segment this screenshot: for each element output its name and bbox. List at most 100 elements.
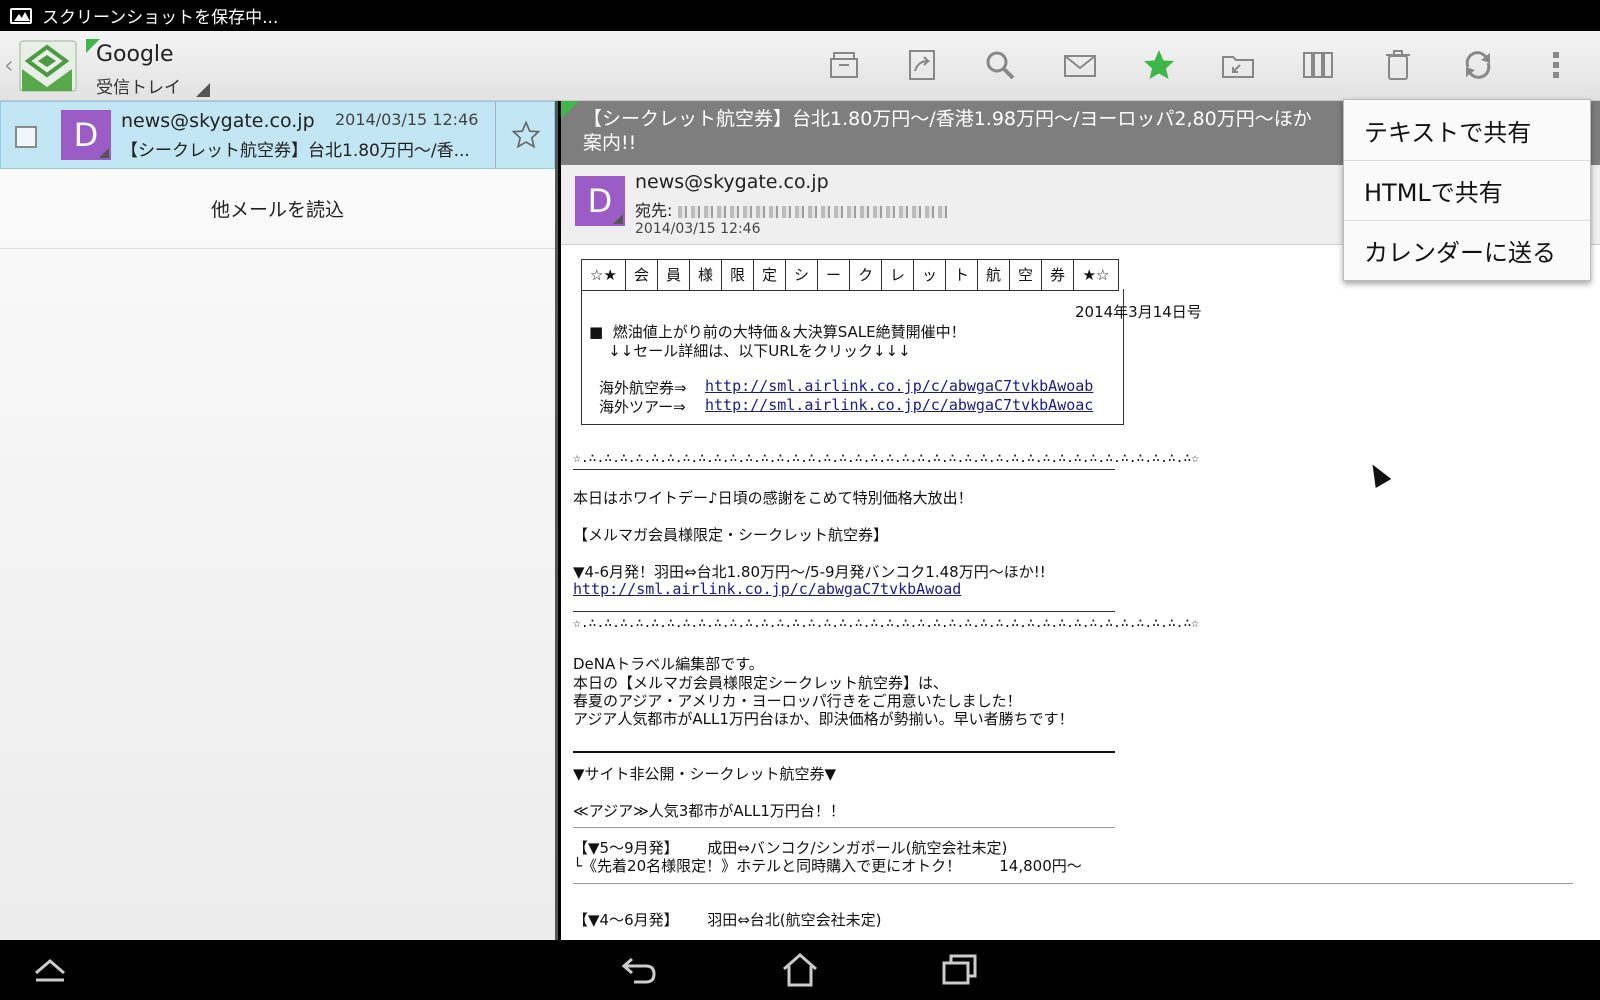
editor-line-4: アジア人気都市がALL1万円台ほか、即決価格が勢揃い。早い者勝ちです！ — [573, 710, 1074, 728]
trash-icon — [1386, 50, 1410, 80]
title-box-cell: 空 — [1010, 260, 1042, 290]
sender-avatar[interactable]: D — [61, 110, 111, 160]
editor-line-1: DeNAトラベル編集部です。 — [573, 655, 764, 673]
deco-line: ☆.∴.∴.∴.∴.∴.∴.∴.∴.∴.∴.∴.∴.∴.∴.∴.∴.∴.∴.∴.… — [573, 616, 1200, 631]
star-icon — [1144, 50, 1174, 79]
to-label: 宛先: — [635, 201, 673, 220]
navigation-bar — [0, 940, 1600, 1000]
asia-heading: ≪アジア≫人気3都市がALL1万円台！！ — [573, 802, 845, 820]
star-button[interactable] — [1137, 45, 1181, 85]
folder-name: 受信トレイ — [96, 78, 181, 98]
fare-line-3: 【▼4～6月発】 羽田⇔台北(航空会社未定) — [573, 911, 882, 929]
send-to-calendar-item[interactable]: カレンダーに送る — [1344, 220, 1590, 280]
share-as-html-item[interactable]: HTMLで共有 — [1344, 160, 1590, 220]
message-subject: 【シークレット航空券】台北1.80万円～/香... — [121, 141, 470, 161]
mark-unread-button[interactable] — [1058, 45, 1102, 85]
title-box-cell: 券 — [1042, 260, 1074, 290]
header-date: 2014/03/15 12:46 — [635, 221, 761, 237]
home-icon — [783, 953, 817, 987]
forward-icon — [909, 50, 935, 80]
members-heading: 【メルマガ会員様限定・シークレット航空券】 — [573, 526, 889, 544]
account-name: Google — [96, 42, 174, 67]
share-as-text-item[interactable]: テキストで共有 — [1344, 100, 1590, 160]
recent-apps-button[interactable] — [930, 948, 990, 992]
title-box: ☆★ 会員様限定シークレット航空券 ★☆ — [581, 259, 1119, 291]
message-list-item[interactable]: D news@skygate.co.jp 2014/03/15 12:46 【シ… — [0, 101, 555, 169]
columns-icon — [1303, 52, 1333, 78]
divider — [573, 751, 1115, 753]
forward-button[interactable] — [900, 45, 944, 85]
overflow-icon — [1553, 52, 1559, 78]
back-button[interactable] — [610, 948, 670, 992]
click-line: ↓↓セール詳細は、以下URLをクリック↓↓↓ — [589, 342, 911, 360]
issue-date: 2014年3月14日号 — [1075, 303, 1202, 321]
message-list-pane: D news@skygate.co.jp 2014/03/15 12:46 【シ… — [0, 101, 558, 940]
status-bar: スクリーンショットを保存中... — [0, 0, 1600, 31]
divider — [573, 827, 1115, 828]
search-button[interactable] — [978, 45, 1022, 85]
account-folder-spinner[interactable]: Google 受信トレイ — [86, 37, 210, 98]
title-box-cell: 定 — [754, 260, 786, 290]
overflow-menu-button[interactable] — [1538, 45, 1574, 85]
title-box-cell: 限 — [722, 260, 754, 290]
mail-icon — [1064, 55, 1096, 77]
favorite-toggle[interactable] — [495, 102, 555, 168]
spinner-indicator — [196, 83, 210, 97]
deal-link[interactable]: http://sml.airlink.co.jp/c/abwgaC7tvkbAw… — [573, 580, 961, 598]
secret-heading: ▼サイト非公開・シークレット航空券▼ — [573, 765, 837, 783]
title-box-cell: レ — [882, 260, 914, 290]
redacted-address — [678, 205, 949, 218]
divider — [573, 883, 1573, 884]
tour-label: 海外ツアー⇒ — [599, 398, 686, 416]
app-logo-icon[interactable] — [16, 39, 78, 95]
home-button[interactable] — [770, 948, 830, 992]
divider — [573, 469, 1115, 470]
status-notification: スクリーンショットを保存中... — [42, 8, 279, 28]
title-box-cell: ☆★ — [582, 260, 626, 290]
air-link[interactable]: http://sml.airlink.co.jp/c/abwgaC7tvkbAw… — [705, 377, 1093, 395]
deco-line: ☆.∴.∴.∴.∴.∴.∴.∴.∴.∴.∴.∴.∴.∴.∴.∴.∴.∴.∴.∴.… — [573, 451, 1200, 466]
title-box-cell: 員 — [658, 260, 690, 290]
fare-line-2: └《先着20名様限定！》ホテルと同時購入で更にオトク！ 14,800円～ — [573, 857, 1082, 875]
overflow-menu: テキストで共有 HTMLで共有 カレンダーに送る — [1343, 99, 1591, 281]
refresh-button[interactable] — [1456, 45, 1500, 85]
account-color-marker — [561, 101, 579, 119]
back-icon — [621, 957, 656, 984]
tour-link[interactable]: http://sml.airlink.co.jp/c/abwgaC7tvkbAw… — [705, 396, 1093, 414]
search-icon — [986, 51, 1015, 80]
archive-icon — [830, 52, 858, 78]
header-recipient: 宛先: — [635, 197, 949, 221]
title-box-cell: ッ — [914, 260, 946, 290]
deal-line: ▼4-6月発！羽田⇔台北1.80万円～/5-9月発バンコク1.48万円～ほか!! — [573, 563, 1046, 581]
action-bar: ‹ Google 受信トレイ — [0, 31, 1600, 101]
hide-keyboard-button[interactable] — [20, 948, 80, 992]
archive-button[interactable] — [822, 45, 866, 85]
title-box-cell: 様 — [690, 260, 722, 290]
select-checkbox[interactable] — [15, 126, 37, 148]
title-box-cell: 航 — [978, 260, 1010, 290]
load-more-button[interactable]: 他メールを読込 — [0, 169, 555, 249]
title-box-cell: シ — [786, 260, 818, 290]
title-box-cell: ★☆ — [1082, 266, 1110, 284]
recent-apps-icon — [942, 954, 977, 985]
sender-avatar[interactable]: D — [575, 176, 625, 226]
title-box-cell: ト — [946, 260, 978, 290]
back-chevron-icon[interactable]: ‹ — [4, 51, 14, 79]
move-button[interactable] — [1216, 45, 1260, 85]
sale-line: ■ 燃油値上がり前の大特価＆大決算SALE絶賛開催中！ — [589, 323, 966, 341]
air-label: 海外航空券⇒ — [599, 379, 687, 397]
delete-button[interactable] — [1376, 45, 1420, 85]
move-folder-icon — [1222, 56, 1254, 78]
divider — [573, 611, 1115, 612]
message-date: 2014/03/15 12:46 — [335, 110, 479, 129]
columns-button[interactable] — [1296, 45, 1340, 85]
title-box-cell: 会 — [626, 260, 658, 290]
refresh-icon — [1465, 51, 1491, 79]
header-sender: news@skygate.co.jp — [635, 171, 829, 193]
title-box-cell: ー — [818, 260, 850, 290]
star-outline-icon — [510, 120, 541, 149]
title-box-cell: ク — [850, 260, 882, 290]
message-sender: news@skygate.co.jp — [121, 110, 315, 132]
collapse-icon — [35, 959, 65, 982]
white-day-text: 本日はホワイトデー♪日頃の感謝をこめて特別価格大放出！ — [573, 489, 973, 507]
